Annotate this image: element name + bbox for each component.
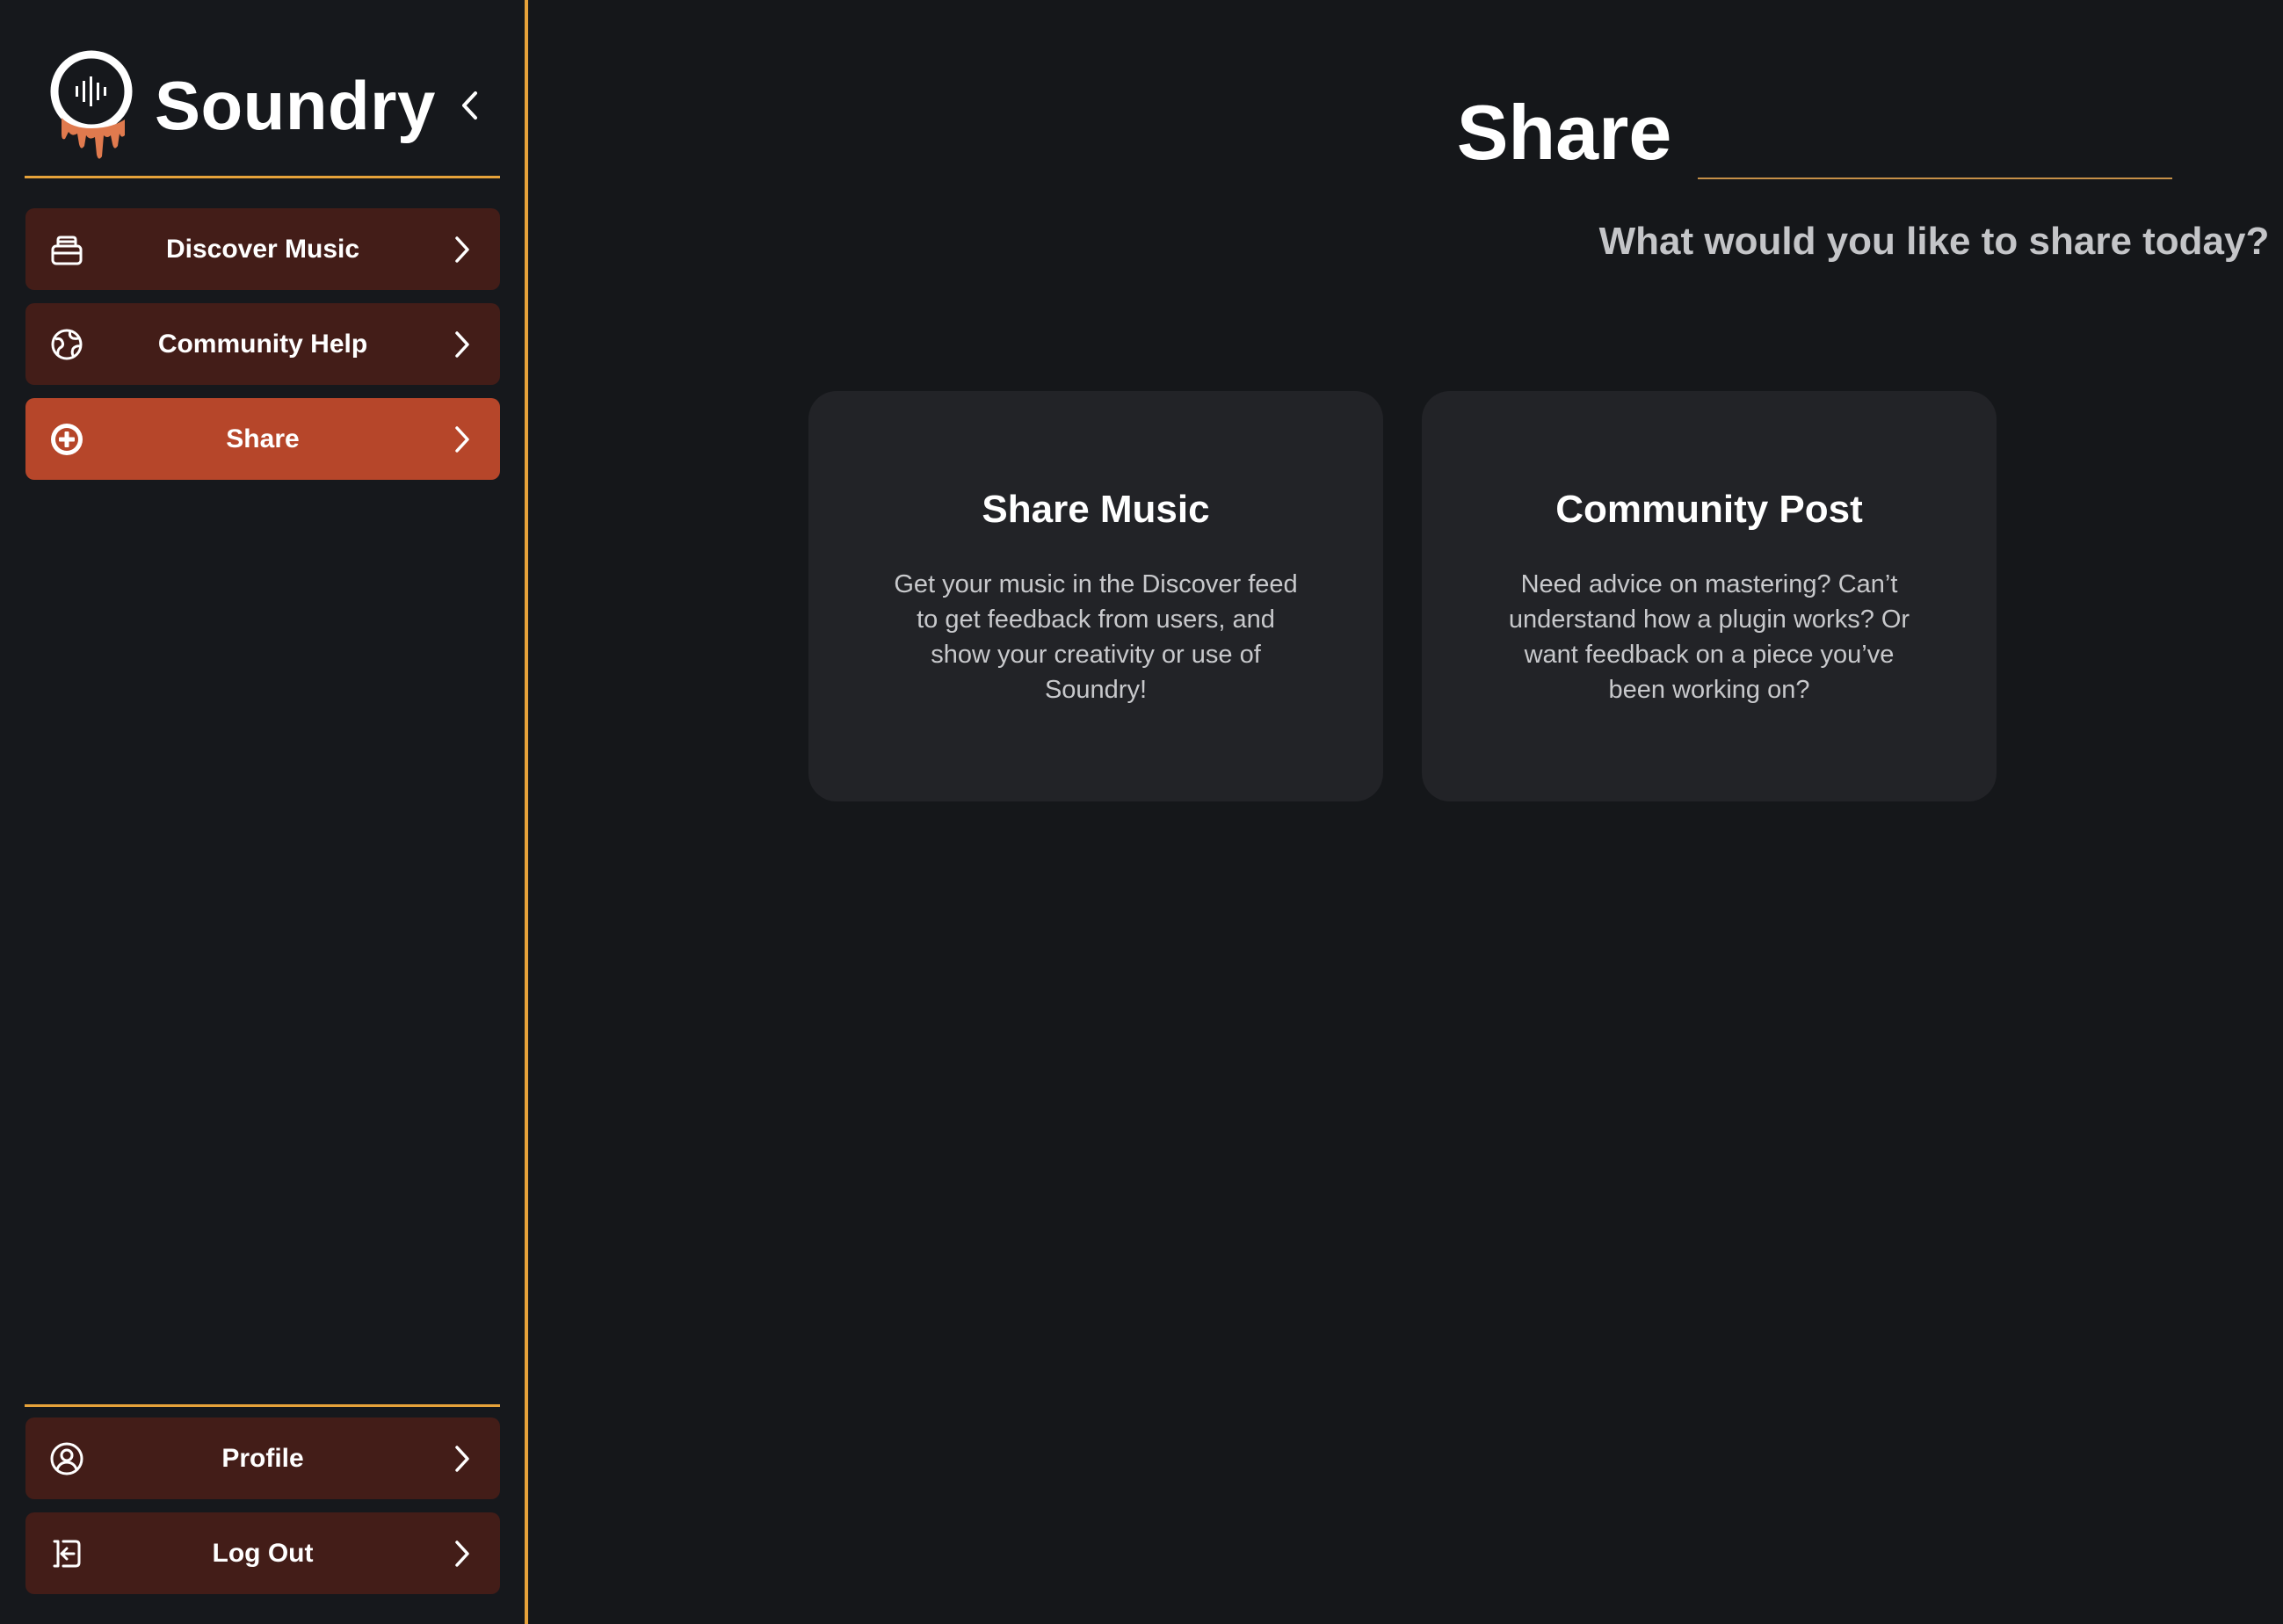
collapse-sidebar-button[interactable] — [452, 79, 487, 132]
chevron-right-icon — [455, 1446, 469, 1472]
sidebar-item-share[interactable]: Share — [25, 398, 500, 480]
card-title: Share Music — [982, 488, 1210, 531]
brand-header: Soundry — [46, 47, 503, 163]
sidebar-item-label: Share — [226, 424, 300, 453]
sidebar-item-label: Log Out — [212, 1538, 314, 1568]
card-description: Get your music in the Discover feed to g… — [894, 570, 1298, 704]
sidebar-item-label: Community Help — [157, 329, 368, 359]
chevron-left-icon — [461, 91, 477, 120]
page-subtitle: What would you like to share today? — [1598, 220, 2270, 263]
sidebar-item-label: Discover Music — [165, 234, 360, 264]
sidebar-bottom-divider — [25, 1404, 500, 1407]
chevron-right-icon — [455, 1541, 469, 1567]
sidebar-item-profile[interactable]: Profile — [25, 1417, 500, 1499]
sidebar-item-label: Profile — [221, 1443, 304, 1473]
community-post-card[interactable]: Community Post Need advice on mastering?… — [1422, 391, 1997, 801]
app-root: Soundry Discover Music Community Help Sh… — [0, 0, 2283, 1624]
main-content: Share What would you like to share today… — [532, 0, 2283, 1624]
chevron-right-icon — [455, 331, 469, 358]
title-underline — [1698, 178, 2172, 179]
brand-name: Soundry — [155, 66, 436, 144]
card-description: Need advice on mastering? Can’t understa… — [1508, 570, 1910, 704]
sidebar: Soundry Discover Music Community Help Sh… — [0, 0, 528, 1624]
sidebar-top-divider — [25, 176, 500, 178]
chevron-right-icon — [455, 236, 469, 263]
sidebar-item-log-out[interactable]: Log Out — [25, 1512, 500, 1594]
sidebar-item-discover-music[interactable]: Discover Music — [25, 208, 500, 290]
share-music-card[interactable]: Share Music Get your music in the Discov… — [808, 391, 1383, 801]
card-title: Community Post — [1555, 488, 1863, 531]
page-title: Share — [1456, 89, 1672, 176]
chevron-right-icon — [455, 426, 469, 453]
sidebar-item-community-help[interactable]: Community Help — [25, 303, 500, 385]
soundry-logo — [46, 47, 139, 163]
